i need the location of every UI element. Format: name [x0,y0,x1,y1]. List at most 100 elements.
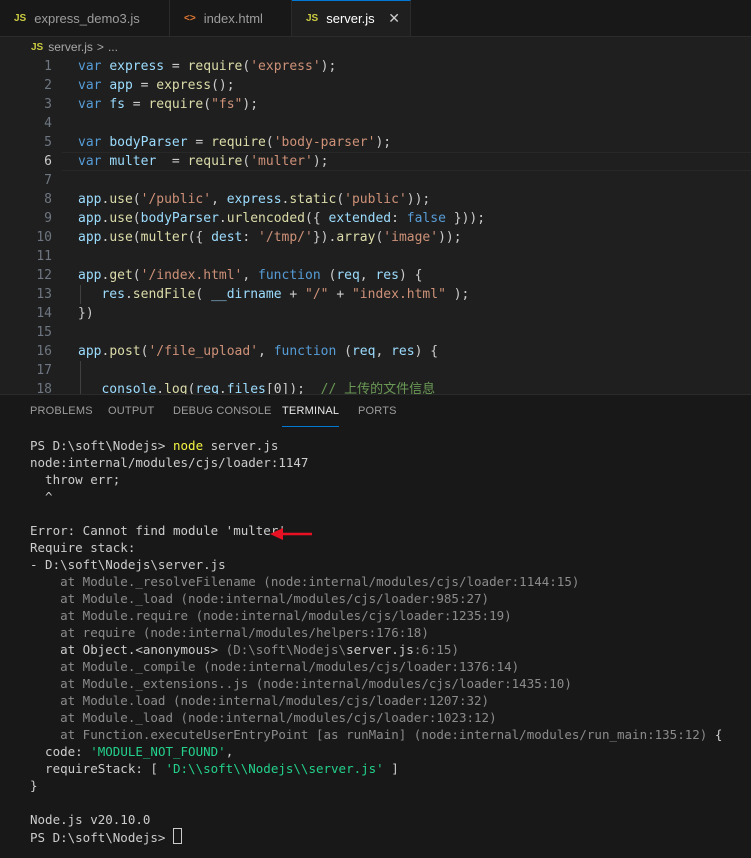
code-line[interactable]: 4 [0,114,751,133]
line-number: 5 [44,135,52,150]
code-text: app.post('/file_upload', function (req, … [78,344,439,359]
line-number: 6 [44,154,52,169]
tab-label: express_demo3.js [34,10,140,26]
code-editor[interactable]: 1 var express = require('express'); 2 var a… [0,57,751,394]
terminal-line: code: 'MODULE_NOT_FOUND', [30,744,234,759]
terminal-line: at Module._resolveFilename (node:interna… [30,574,580,589]
terminal-line: PS D:\soft\Nodejs> [30,828,722,845]
tab-terminal[interactable]: TERMINAL [282,405,340,427]
code-line[interactable]: 18 console.log(req.files[0]); // 上传的文件信息 [0,380,751,394]
terminal-line: requireStack: [ 'D:\\soft\\Nodejs\\serve… [30,761,399,776]
breadcrumb: JS server.js > ... [0,37,751,57]
terminal-cursor [173,828,182,844]
terminal-line: at Module.load (node:internal/modules/cj… [30,693,490,708]
code-text: app.use(bodyParser.urlencoded({ extended… [78,211,486,226]
tab-debug-console[interactable]: DEBUG CONSOLE [173,405,272,417]
line-number: 10 [36,230,52,245]
code-text: app.use(multer({ dest: '/tmp/'}).array('… [78,230,462,245]
line-number: 1 [44,59,52,74]
line-number: 18 [36,382,52,394]
js-file-icon: JS [31,41,44,53]
terminal-line: at Module.require (node:internal/modules… [30,608,512,623]
terminal-line: at require (node:internal/modules/helper… [30,625,429,640]
terminal-line: at Function.executeUserEntryPoint [as ru… [30,727,723,742]
code-text: var express = require('express'); [78,59,337,74]
code-line[interactable]: 8 app.use('/public', express.static('publ… [0,190,751,209]
breadcrumb-rest[interactable]: ... [108,40,118,54]
terminal-line: - D:\soft\Nodejs\server.js [30,557,226,572]
line-number: 7 [44,173,52,188]
tab-express-demo3[interactable]: JS express_demo3.js [0,0,170,36]
terminal-line: at Module._load (node:internal/modules/c… [30,710,497,725]
line-number: 4 [44,116,52,131]
line-number: 15 [36,325,52,340]
close-icon[interactable]: ✕ [388,10,400,27]
indent-guide [80,285,81,304]
code-line[interactable]: 15 [0,323,751,342]
code-line[interactable]: 16 app.post('/file_upload', function (req… [0,342,751,361]
tab-problems[interactable]: PROBLEMS [30,405,93,417]
line-number: 13 [36,287,52,302]
code-line[interactable]: 1 var express = require('express'); [0,57,751,76]
tab-ports[interactable]: PORTS [358,405,397,417]
terminal-line: at Module._load (node:internal/modules/c… [30,591,490,606]
tab-label: index.html [203,10,263,26]
code-line[interactable]: 2 var app = express(); [0,76,751,95]
line-number: 3 [44,97,52,112]
terminal-line: Node.js v20.10.0 [30,812,151,827]
bottom-panel: PROBLEMS OUTPUT DEBUG CONSOLE TERMINAL P… [0,394,751,858]
terminal-line: ^ [30,489,53,504]
code-text: var app = express(); [78,78,235,93]
tab-output[interactable]: OUTPUT [108,405,154,417]
code-line[interactable]: 6 var multer = require('multer'); [0,152,751,171]
code-text: var bodyParser = require('body-parser'); [78,135,392,150]
panel-tab-bar: PROBLEMS OUTPUT DEBUG CONSOLE TERMINAL P… [0,395,751,429]
breadcrumb-file[interactable]: server.js [48,40,93,54]
line-number: 8 [44,192,52,207]
code-line[interactable]: 11 [0,247,751,266]
code-line[interactable]: 5 var bodyParser = require('body-parser')… [0,133,751,152]
html-file-icon: <> [184,12,196,24]
code-text: res.sendFile( __dirname + "/" + "index.h… [101,287,470,302]
terminal-line: throw err; [30,472,121,487]
line-number: 11 [36,249,52,264]
code-text: }) [78,306,94,321]
terminal-line: at Module._compile (node:internal/module… [30,659,520,674]
code-line[interactable]: 13 res.sendFile( __dirname + "/" + "inde… [0,285,751,304]
line-number: 17 [36,363,52,378]
terminal-output[interactable]: PS D:\soft\Nodejs> node server.js node:in… [30,437,722,845]
code-line[interactable]: 9 app.use(bodyParser.urlencoded({ extende… [0,209,751,228]
line-number: 12 [36,268,52,283]
code-line[interactable]: 3 var fs = require("fs"); [0,95,751,114]
js-file-icon: JS [306,13,319,24]
code-text: app.use('/public', express.static('publi… [78,192,431,207]
js-file-icon: JS [14,12,27,24]
line-number: 14 [36,306,52,321]
line-number: 2 [44,78,52,93]
code-text: var fs = require("fs"); [78,97,259,112]
tab-server-js[interactable]: JS server.js ✕ [292,0,411,36]
line-number: 16 [36,344,52,359]
breadcrumb-separator: > [96,40,104,54]
terminal-line: at Object.<anonymous> (D:\soft\Nodejs\se… [30,642,459,657]
line-number: 9 [44,211,52,226]
red-arrow-icon [270,528,312,540]
code-text: app.get('/index.html', function (req, re… [78,268,423,283]
tab-label: server.js [326,11,375,26]
terminal-line: Error: Cannot find module 'multer' [30,523,286,538]
code-text: console.log(req.files[0]); // 上传的文件信息 [101,382,436,394]
editor-tab-bar: JS express_demo3.js <> index.html JS ser… [0,0,751,37]
tab-index-html[interactable]: <> index.html [170,0,292,36]
code-text: var multer = require('multer'); [78,154,329,169]
code-line[interactable]: 17 [0,361,751,380]
code-line[interactable]: 7 [0,171,751,190]
indent-guide [80,361,81,394]
code-line[interactable]: 14}) [0,304,751,323]
terminal-line: at Module._extensions..js (node:internal… [30,676,572,691]
code-line[interactable]: 12 app.get('/index.html', function (req, … [0,266,751,285]
code-line[interactable]: 10 app.use(multer({ dest: '/tmp/'}).array… [0,228,751,247]
terminal-line: PS D:\soft\Nodejs> node server.js [30,438,279,453]
terminal-line: Require stack: [30,540,136,555]
